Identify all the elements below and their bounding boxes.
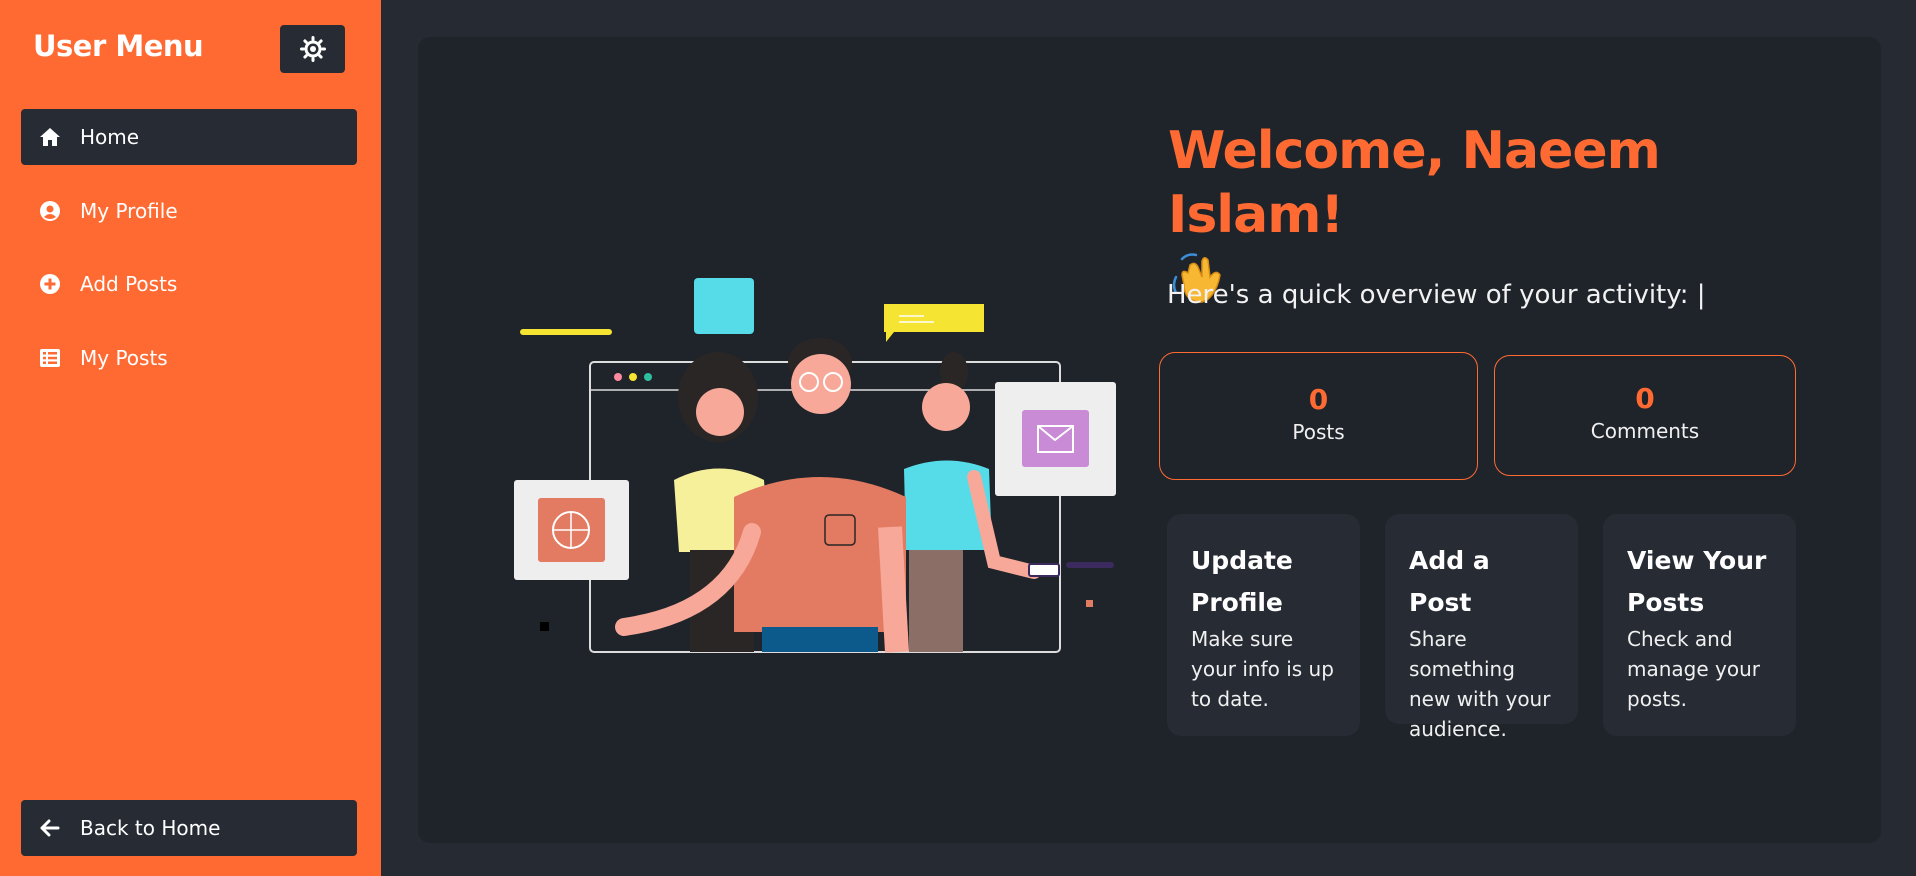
- posts-stat: 0 Posts: [1159, 352, 1478, 480]
- sidebar-item-add-posts[interactable]: Add Posts: [21, 256, 357, 312]
- add-post-card[interactable]: Add a Post Share something new with your…: [1385, 514, 1578, 741]
- sun-icon: [299, 36, 326, 62]
- comments-stat: 0 Comments: [1494, 355, 1796, 476]
- sidebar-item-label: My Profile: [80, 199, 178, 223]
- theme-toggle-button[interactable]: [280, 25, 345, 73]
- overview-text: Here's a quick overview of your activity…: [1167, 280, 1706, 310]
- view-posts-card[interactable]: View Your Posts Check and manage your po…: [1603, 514, 1796, 736]
- back-to-home-button[interactable]: Back to Home: [21, 800, 357, 856]
- sidebar: User Menu Home My Profile Add Posts My P…: [0, 0, 381, 876]
- posts-count: 0: [1308, 383, 1329, 416]
- arrow-left-icon: [38, 816, 62, 840]
- welcome-text: Welcome, Naeem Islam!: [1168, 121, 1661, 245]
- sidebar-item-my-profile[interactable]: My Profile: [21, 183, 357, 239]
- sidebar-item-home[interactable]: Home: [21, 109, 357, 165]
- comments-label: Comments: [1590, 419, 1700, 443]
- list-icon: [38, 346, 62, 370]
- update-profile-card[interactable]: Update Profile Make sure your info is up…: [1167, 514, 1360, 736]
- team-illustration: [514, 278, 1116, 653]
- home-icon: [38, 125, 62, 149]
- card-description: Share something new with your audience.: [1409, 627, 1551, 741]
- sidebar-item-label: My Posts: [80, 346, 168, 370]
- dashboard-panel: Welcome, Naeem Islam! Here's a quick ove…: [418, 37, 1881, 843]
- user-circle-icon: [38, 199, 62, 223]
- card-description: Make sure your info is up to date.: [1191, 627, 1334, 711]
- sidebar-item-label: Add Posts: [80, 272, 178, 296]
- sidebar-item-my-posts[interactable]: My Posts: [21, 330, 357, 386]
- posts-label: Posts: [1292, 420, 1345, 444]
- card-title: Update Profile: [1191, 546, 1293, 617]
- welcome-heading: Welcome, Naeem Islam!: [1168, 119, 1788, 307]
- sidebar-item-label: Home: [80, 125, 140, 149]
- back-button-label: Back to Home: [80, 816, 221, 840]
- sidebar-title: User Menu: [33, 29, 204, 63]
- card-title: Add a Post: [1409, 546, 1490, 617]
- comments-count: 0: [1635, 382, 1655, 415]
- card-description: Check and manage your posts.: [1627, 627, 1760, 711]
- card-title: View Your Posts: [1627, 546, 1767, 617]
- plus-circle-icon: [38, 272, 62, 296]
